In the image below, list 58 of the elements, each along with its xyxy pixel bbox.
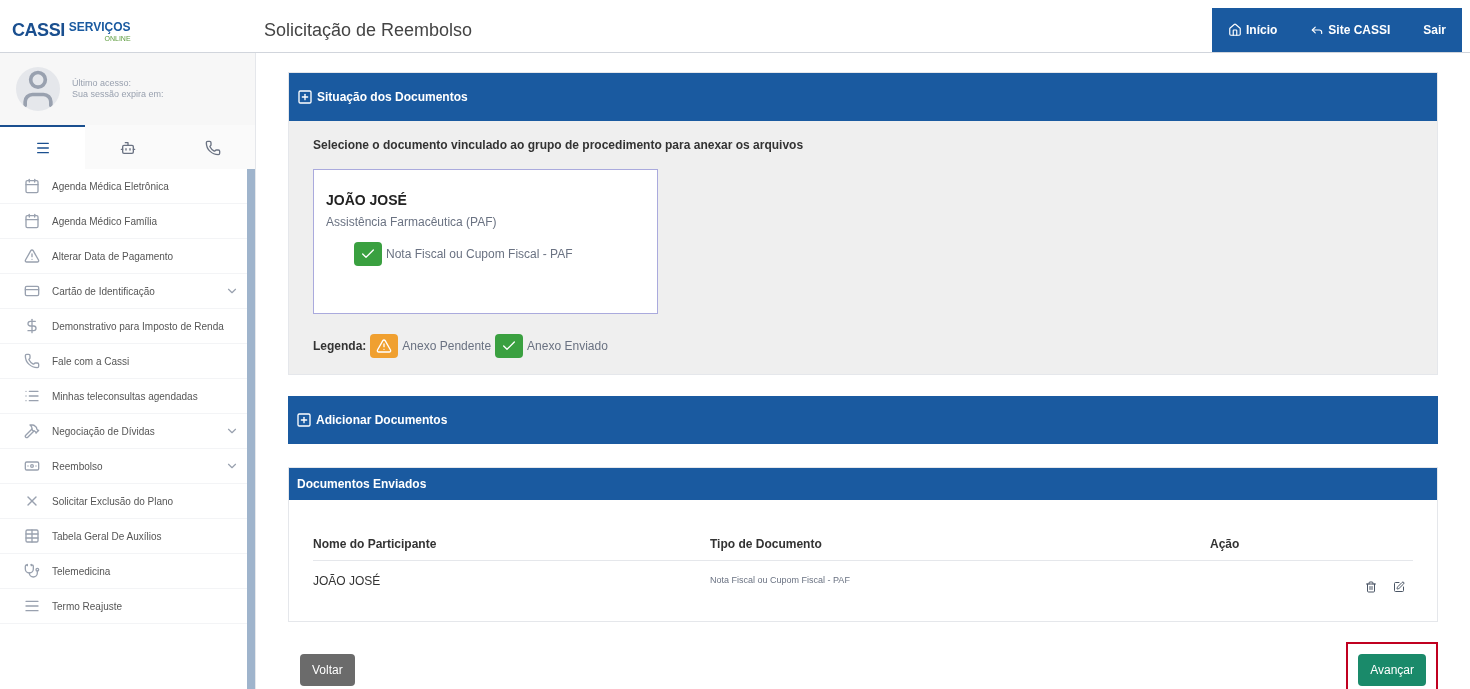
legend-text: Anexo Pendente [402,338,492,354]
hammer-icon [24,423,40,439]
last-access-text: Último acesso: [72,77,133,89]
procedure-group: Assistência Farmacêutica (PAF) [326,214,645,230]
back-button[interactable]: Voltar [300,654,355,686]
nav-link[interactable]: Início [1228,22,1278,38]
document-link[interactable]: Nota Fiscal ou Cupom Fiscal - PAF [386,246,573,262]
phone-icon [204,140,221,156]
panel-header[interactable]: Situação dos Documentos [289,73,1437,121]
panel-header[interactable]: Documentos Enviados [289,468,1437,500]
sidebar-item[interactable]: Reembolso [0,449,247,484]
panel-title: Situação dos Documentos [317,89,468,105]
legend-label: Legenda: [313,338,367,354]
lines-icon [24,598,40,614]
sidebar-item[interactable]: Tabela Geral De Auxílios [0,519,247,554]
scrollbar[interactable] [247,169,255,689]
column-header: Nome do Participante [313,536,438,552]
sidebar-item[interactable]: Alterar Data de Pagamento [0,239,247,274]
sidebar-item[interactable]: Agenda Médico Família [0,204,247,239]
robot-icon [119,140,136,156]
banknote-icon [24,458,40,474]
column-header: Ação [1210,536,1240,552]
column-header: Tipo de Documento [710,536,823,552]
logo-text: CASSI [12,19,65,42]
legend-text: Anexo Enviado [527,338,608,354]
next-button[interactable]: Avançar [1358,654,1426,686]
instruction-text: Selecione o documento vinculado ao grupo de procedimento para anexar os arquivos [313,137,805,153]
calendar-icon [24,213,40,229]
participant-name: JOÃO JOSÉ [326,191,408,210]
dollar-icon [24,318,40,334]
stethoscope-icon [24,563,40,579]
page-title: Solicitação de Reembolso [264,19,473,42]
session-text: Sua sessão expira em: [72,89,164,101]
panel-title: Documentos Enviados [297,476,427,492]
panel-header[interactable]: Adicionar Documentos [288,396,1438,444]
table-cell-text: JOÃO JOSÉ [313,573,382,589]
expand-icon [297,89,313,105]
nav-link[interactable]: Site CASSI [1310,22,1391,38]
table-icon [24,528,40,544]
sidebar-item[interactable]: Agenda Médica Eletrônica [0,169,247,204]
panel-title: Adicionar Documentos [316,412,448,428]
expand-icon [296,412,312,428]
warning-icon [24,248,40,264]
reply-arrow-icon [1310,23,1325,37]
sidebar-item[interactable]: Cartão de Identificação [0,274,247,309]
phone-icon [24,353,40,369]
edit-icon[interactable] [1393,581,1405,593]
table-cell-text: Nota Fiscal ou Cupom Fiscal - PAF [710,574,851,588]
logo-subtitle: SERVIÇOS [68,18,131,35]
menu-icon [34,140,51,156]
participant-card[interactable]: JOÃO JOSÉ Assistência Farmacêutica (PAF) Nota Fiscal ou Cupom Fiscal - PAF [313,169,658,314]
avatar-icon [16,67,60,111]
list-icon [24,388,40,404]
nav-link[interactable]: Sair [1423,22,1446,38]
card-icon [24,283,40,299]
delete-icon[interactable] [1365,581,1377,593]
home-icon [1228,23,1242,37]
calendar-icon [24,178,40,194]
